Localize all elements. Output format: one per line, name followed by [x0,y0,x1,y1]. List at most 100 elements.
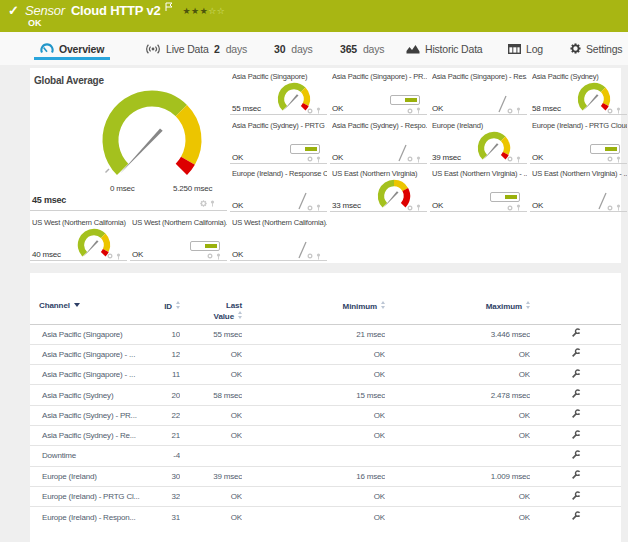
gauge-tile: US West (Northern California)...OK [130,214,227,261]
channel-row[interactable]: Europe (Ireland) - PRTG Cl...32OKOKOK [30,486,621,506]
pin-icon[interactable] [116,253,121,260]
column-header-minimum[interactable]: Minimum [242,297,385,324]
gear-icon[interactable] [607,205,613,211]
channel-value: OK [332,153,343,162]
cell-id: 12 [148,344,180,364]
pin-icon[interactable] [416,156,421,163]
gear-icon[interactable] [507,156,513,162]
gear-icon[interactable] [207,253,213,259]
gear-icon[interactable] [307,205,313,211]
column-header-id[interactable]: ID [148,297,180,324]
channel-row[interactable]: Downtime-4 [30,446,621,466]
channel-row[interactable]: Asia Pacific (Sydney)2058 msec15 msec2.4… [30,385,621,405]
cell-maximum: OK [385,507,530,527]
tile-separator [430,163,527,164]
star-icon[interactable]: ☆ [217,6,226,16]
pin-icon[interactable] [316,204,321,211]
channel-row[interactable]: Asia Pacific (Sydney) - PR...22OKOKOK [30,405,621,425]
channel-row[interactable]: Asia Pacific (Singapore)1055 msec21 msec… [30,324,621,344]
channel-settings-wrench-icon[interactable] [530,385,621,405]
cell-last-value: 55 msec [180,324,242,344]
channel-settings-wrench-icon[interactable] [530,425,621,445]
tile-separator [330,211,427,212]
tab-settings[interactable]: Settings [564,32,628,65]
priority-stars[interactable]: ★★★☆☆ [183,6,226,16]
tab-live-data[interactable]: Live Data [139,32,215,65]
pin-icon[interactable] [316,156,321,163]
pin-icon[interactable] [616,204,621,211]
column-header-last-value[interactable]: LastValue [180,297,242,324]
star-icon[interactable]: ★ [191,6,200,16]
channel-title: Asia Pacific (Singapore) - PR... [332,72,427,81]
cell-last-value: OK [180,507,242,527]
pin-icon[interactable] [416,204,421,211]
star-icon[interactable]: ★ [183,6,192,16]
channel-lookup-bar [590,144,620,154]
gear-icon[interactable] [607,156,613,162]
pin-icon[interactable] [210,200,215,207]
channel-row[interactable]: Asia Pacific (Sydney) - Re...21OKOKOK [30,425,621,445]
flag-icon[interactable] [165,0,173,16]
cell-id: 11 [148,365,180,385]
tile-separator [430,114,527,115]
channel-row[interactable]: Asia Pacific (Singapore) - ...11OKOKOK [30,365,621,385]
tile-separator [230,114,327,115]
channel-settings-wrench-icon[interactable] [530,405,621,425]
cell-channel: Asia Pacific (Sydney) - Re... [30,425,148,445]
column-header-maximum[interactable]: Maximum [385,297,530,324]
pin-icon[interactable] [416,107,421,114]
channel-table: ChannelIDLastValueMinimumMaximumAsia Pac… [30,297,621,527]
channel-settings-wrench-icon[interactable] [530,365,621,385]
star-icon[interactable]: ★ [200,6,209,16]
tile-separator [230,211,327,212]
channel-title: Europe (Ireland) - Response C... [232,169,327,178]
gear-icon[interactable] [307,156,313,162]
gear-icon[interactable] [607,108,613,114]
channel-settings-wrench-icon[interactable] [530,446,621,466]
gauges-panel: Global Average0 msec5.250 msec45 msecAsi… [30,68,621,263]
tab-overview[interactable]: Overview [34,32,110,65]
gauge-tile: US East (Northern Virginia) - ...OK [430,165,527,212]
channel-row[interactable]: Europe (Ireland) - Respon...31OKOKOK [30,507,621,527]
gear-icon[interactable] [407,156,413,162]
pin-icon[interactable] [316,253,321,260]
cell-minimum: OK [242,425,385,445]
gear-icon[interactable] [107,253,113,259]
channel-settings-wrench-icon[interactable] [530,466,621,486]
channel-title: Europe (Ireland) - PRTG Cloud... [532,121,627,130]
gear-icon[interactable] [307,253,313,259]
gear-icon[interactable] [307,108,313,114]
gear-icon[interactable] [200,200,207,207]
tab-30-days[interactable]: 30days [268,32,319,65]
channel-row[interactable]: Asia Pacific (Singapore) - ...12OKOKOK [30,344,621,364]
tab-365-days[interactable]: 365days [334,32,390,65]
channel-settings-wrench-icon[interactable] [530,344,621,364]
channel-row[interactable]: Europe (Ireland)3039 msec16 msec1.009 ms… [30,466,621,486]
channel-settings-wrench-icon[interactable] [530,486,621,506]
pin-icon[interactable] [616,156,621,163]
channel-settings-wrench-icon[interactable] [530,507,621,527]
star-icon[interactable]: ☆ [208,6,217,16]
cell-minimum: OK [242,486,385,506]
tab-2-days[interactable]: 2days [208,32,253,65]
gear-icon[interactable] [507,108,513,114]
cell-channel: Asia Pacific (Sydney) - PR... [30,405,148,425]
pin-icon[interactable] [516,204,521,211]
pin-icon[interactable] [516,156,521,163]
channel-title: US West (Northern California)... [232,218,327,227]
pin-icon[interactable] [616,107,621,114]
channel-lookup-bar [290,144,320,154]
tab-historic-data[interactable]: Historic Data [400,32,489,65]
column-header-channel[interactable]: Channel [30,297,148,324]
channel-settings-wrench-icon[interactable] [530,324,621,344]
tab-log[interactable]: Log [502,32,549,65]
cell-minimum: OK [242,507,385,527]
tile-separator [330,163,427,164]
gear-icon[interactable] [507,205,513,211]
pin-icon[interactable] [216,253,221,260]
gear-icon[interactable] [407,205,413,211]
channel-value: OK [532,201,543,210]
pin-icon[interactable] [516,107,521,114]
pin-icon[interactable] [316,107,321,114]
gear-icon[interactable] [407,108,413,114]
